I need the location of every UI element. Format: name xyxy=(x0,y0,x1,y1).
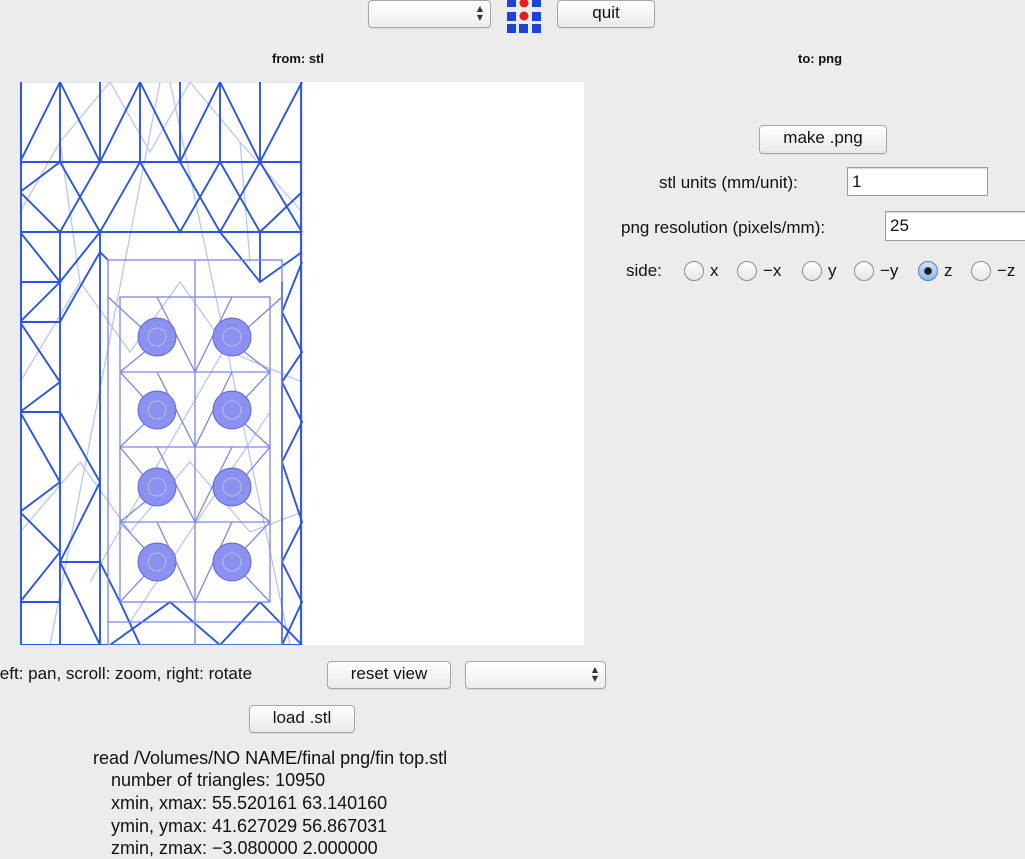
side-radio-z[interactable] xyxy=(918,261,938,281)
view-select[interactable]: ▲ ▼ xyxy=(465,661,606,689)
load-stl-button[interactable]: load .stl xyxy=(249,705,355,733)
chevron-updown-icon: ▲ ▼ xyxy=(591,665,598,683)
y-range-text: ymin, ymax: 41.627029 56.867031 xyxy=(111,816,388,836)
png-resolution-input[interactable] xyxy=(885,211,1025,241)
side-radio-neg-x[interactable] xyxy=(737,261,757,281)
stl-units-label: stl units (mm/unit): xyxy=(659,173,798,192)
quit-button[interactable]: quit xyxy=(557,0,655,28)
side-label: side: xyxy=(626,261,662,280)
png-resolution-label: png resolution (pixels/mm): xyxy=(621,218,826,237)
stl-units-input[interactable] xyxy=(847,167,988,196)
triangle-count-text: number of triangles: 10950 xyxy=(111,770,326,790)
grid-logo-icon xyxy=(507,0,541,33)
chevron-updown-icon: ▲ ▼ xyxy=(476,4,483,22)
x-range-text: xmin, xmax: 55.520161 63.140160 xyxy=(111,793,388,813)
side-radio-label: z xyxy=(944,261,953,280)
z-range-text: zmin, zmax: −3.080000 2.000000 xyxy=(111,838,378,858)
stl-viewer-canvas[interactable] xyxy=(20,82,584,645)
reset-view-button[interactable]: reset view xyxy=(327,661,451,689)
side-radio-y[interactable] xyxy=(802,261,822,281)
side-radio-label: −z xyxy=(997,261,1016,280)
stl-mesh-render xyxy=(20,82,304,645)
side-radio-label: −x xyxy=(763,261,782,280)
side-radio-x[interactable] xyxy=(684,261,704,281)
make-png-button[interactable]: make .png xyxy=(759,125,887,154)
side-radio-label: y xyxy=(828,261,837,280)
from-label: from: stl xyxy=(272,51,324,66)
side-radio-neg-z[interactable] xyxy=(971,261,991,281)
side-radio-neg-y[interactable] xyxy=(854,261,874,281)
to-label: to: png xyxy=(798,51,843,66)
viewer-hint: left: pan, scroll: zoom, right: rotate xyxy=(0,664,253,683)
format-select[interactable]: ▲ ▼ xyxy=(368,0,491,28)
side-radio-label: x xyxy=(710,261,719,280)
side-radio-label: −y xyxy=(880,261,899,280)
read-path-text: read /Volumes/NO NAME/final png/fin top.… xyxy=(93,748,448,768)
